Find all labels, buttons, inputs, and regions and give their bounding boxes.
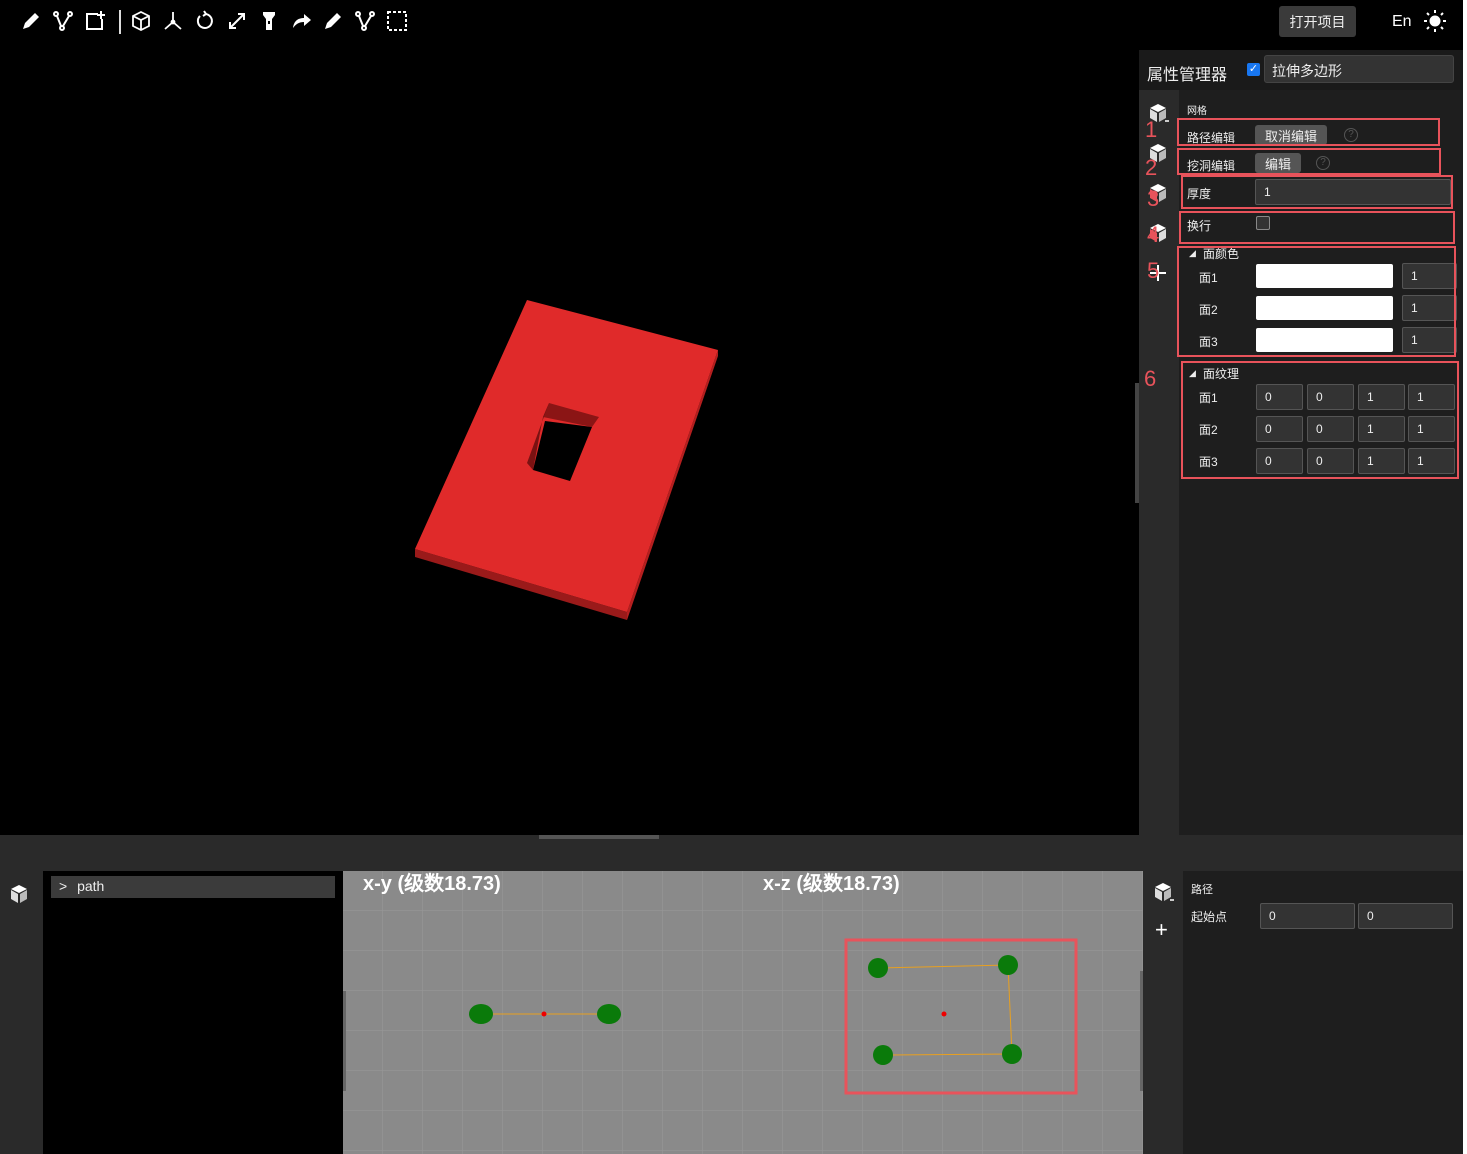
start-point-y-input[interactable]: 0 bbox=[1358, 903, 1453, 929]
annotation-box bbox=[1181, 361, 1459, 479]
object-name-field[interactable]: 拉伸多边形 bbox=[1264, 55, 1454, 83]
scale-icon[interactable] bbox=[226, 10, 248, 32]
grid-background bbox=[343, 871, 1143, 1154]
annotation-box bbox=[1177, 118, 1440, 146]
start-point-x-input[interactable]: 0 bbox=[1260, 903, 1355, 929]
xy-view-label: x-y (级数18.73) bbox=[363, 871, 501, 895]
annotation-box bbox=[1177, 148, 1441, 175]
3d-viewport[interactable] bbox=[0, 44, 1139, 835]
branch-icon[interactable] bbox=[354, 10, 376, 32]
axes-icon[interactable] bbox=[162, 10, 184, 32]
annotation-box bbox=[1177, 246, 1456, 357]
top-toolbar bbox=[0, 0, 1139, 44]
open-project-button[interactable]: 打开项目 bbox=[1279, 6, 1356, 37]
grid-canvas[interactable]: x-y (级数18.73) x-z (级数18.73) bbox=[343, 871, 1143, 1154]
tree-item-path[interactable]: > path bbox=[51, 876, 335, 898]
pencil-icon[interactable] bbox=[20, 10, 42, 32]
splitter-handle[interactable] bbox=[539, 835, 659, 839]
annotation-number: 4 bbox=[1147, 222, 1160, 247]
path-edit-icon[interactable] bbox=[52, 10, 74, 32]
cube-icon[interactable] bbox=[8, 883, 30, 905]
cube-icon[interactable] bbox=[1152, 881, 1174, 903]
annotation-number: 2 bbox=[1145, 155, 1158, 180]
path-center-marker bbox=[941, 1011, 947, 1017]
path-point-handle[interactable] bbox=[469, 1004, 493, 1024]
object-enabled-checkbox[interactable]: ✓ bbox=[1247, 63, 1260, 76]
scene-render bbox=[415, 300, 718, 620]
sun-icon[interactable] bbox=[1424, 10, 1446, 32]
annotation-number: 5 bbox=[1147, 258, 1160, 283]
add-shape-icon[interactable] bbox=[84, 10, 106, 32]
path-section-title: 路径 bbox=[1191, 884, 1213, 896]
window-edge bbox=[1463, 0, 1467, 1154]
path-center-marker bbox=[541, 1011, 547, 1017]
redo-arrow-icon[interactable] bbox=[290, 10, 312, 32]
chevron-right-icon[interactable]: > bbox=[59, 878, 67, 894]
annotation-box bbox=[1179, 211, 1455, 244]
annotation-box bbox=[1181, 175, 1453, 209]
path-point-handle[interactable] bbox=[868, 958, 888, 978]
toolbar-separator bbox=[119, 10, 121, 34]
path-point-handle[interactable] bbox=[597, 1004, 621, 1024]
cube-icon[interactable] bbox=[130, 10, 152, 32]
panel-splitter[interactable] bbox=[0, 835, 1463, 871]
path-point-handle[interactable] bbox=[1002, 1044, 1022, 1064]
rotate-icon[interactable] bbox=[194, 10, 216, 32]
path-point-handle[interactable] bbox=[873, 1045, 893, 1065]
mesh-section-title: 网格 bbox=[1187, 106, 1207, 117]
flashlight-icon[interactable] bbox=[258, 10, 280, 32]
tree-item-label: path bbox=[77, 878, 105, 894]
select-box-icon[interactable] bbox=[386, 10, 408, 32]
bottom-left-sidebar bbox=[0, 871, 43, 1154]
annotation-number: 3 bbox=[1147, 186, 1160, 211]
path-point-handle[interactable] bbox=[998, 955, 1018, 975]
path-tree: > path bbox=[43, 871, 343, 1154]
path-2d-views[interactable]: x-y (级数18.73) x-z (级数18.73) bbox=[343, 871, 1143, 1154]
pencil-icon[interactable] bbox=[322, 10, 344, 32]
view-divider-handle[interactable] bbox=[343, 991, 346, 1091]
path-properties: 路径 起始点 0 0 bbox=[1183, 871, 1463, 1154]
bottom-right-sidebar: + bbox=[1143, 871, 1183, 1154]
properties-header: 属性管理器 ✓ 拉伸多边形 bbox=[1139, 50, 1463, 90]
annotation-number: 1 bbox=[1145, 117, 1158, 142]
xz-view-label: x-z (级数18.73) bbox=[763, 871, 900, 895]
language-toggle[interactable]: En bbox=[1392, 13, 1412, 31]
start-point-label: 起始点 bbox=[1191, 910, 1228, 924]
add-point-icon[interactable]: + bbox=[1155, 917, 1168, 943]
properties-title: 属性管理器 bbox=[1147, 67, 1228, 84]
annotation-number: 6 bbox=[1144, 366, 1157, 391]
